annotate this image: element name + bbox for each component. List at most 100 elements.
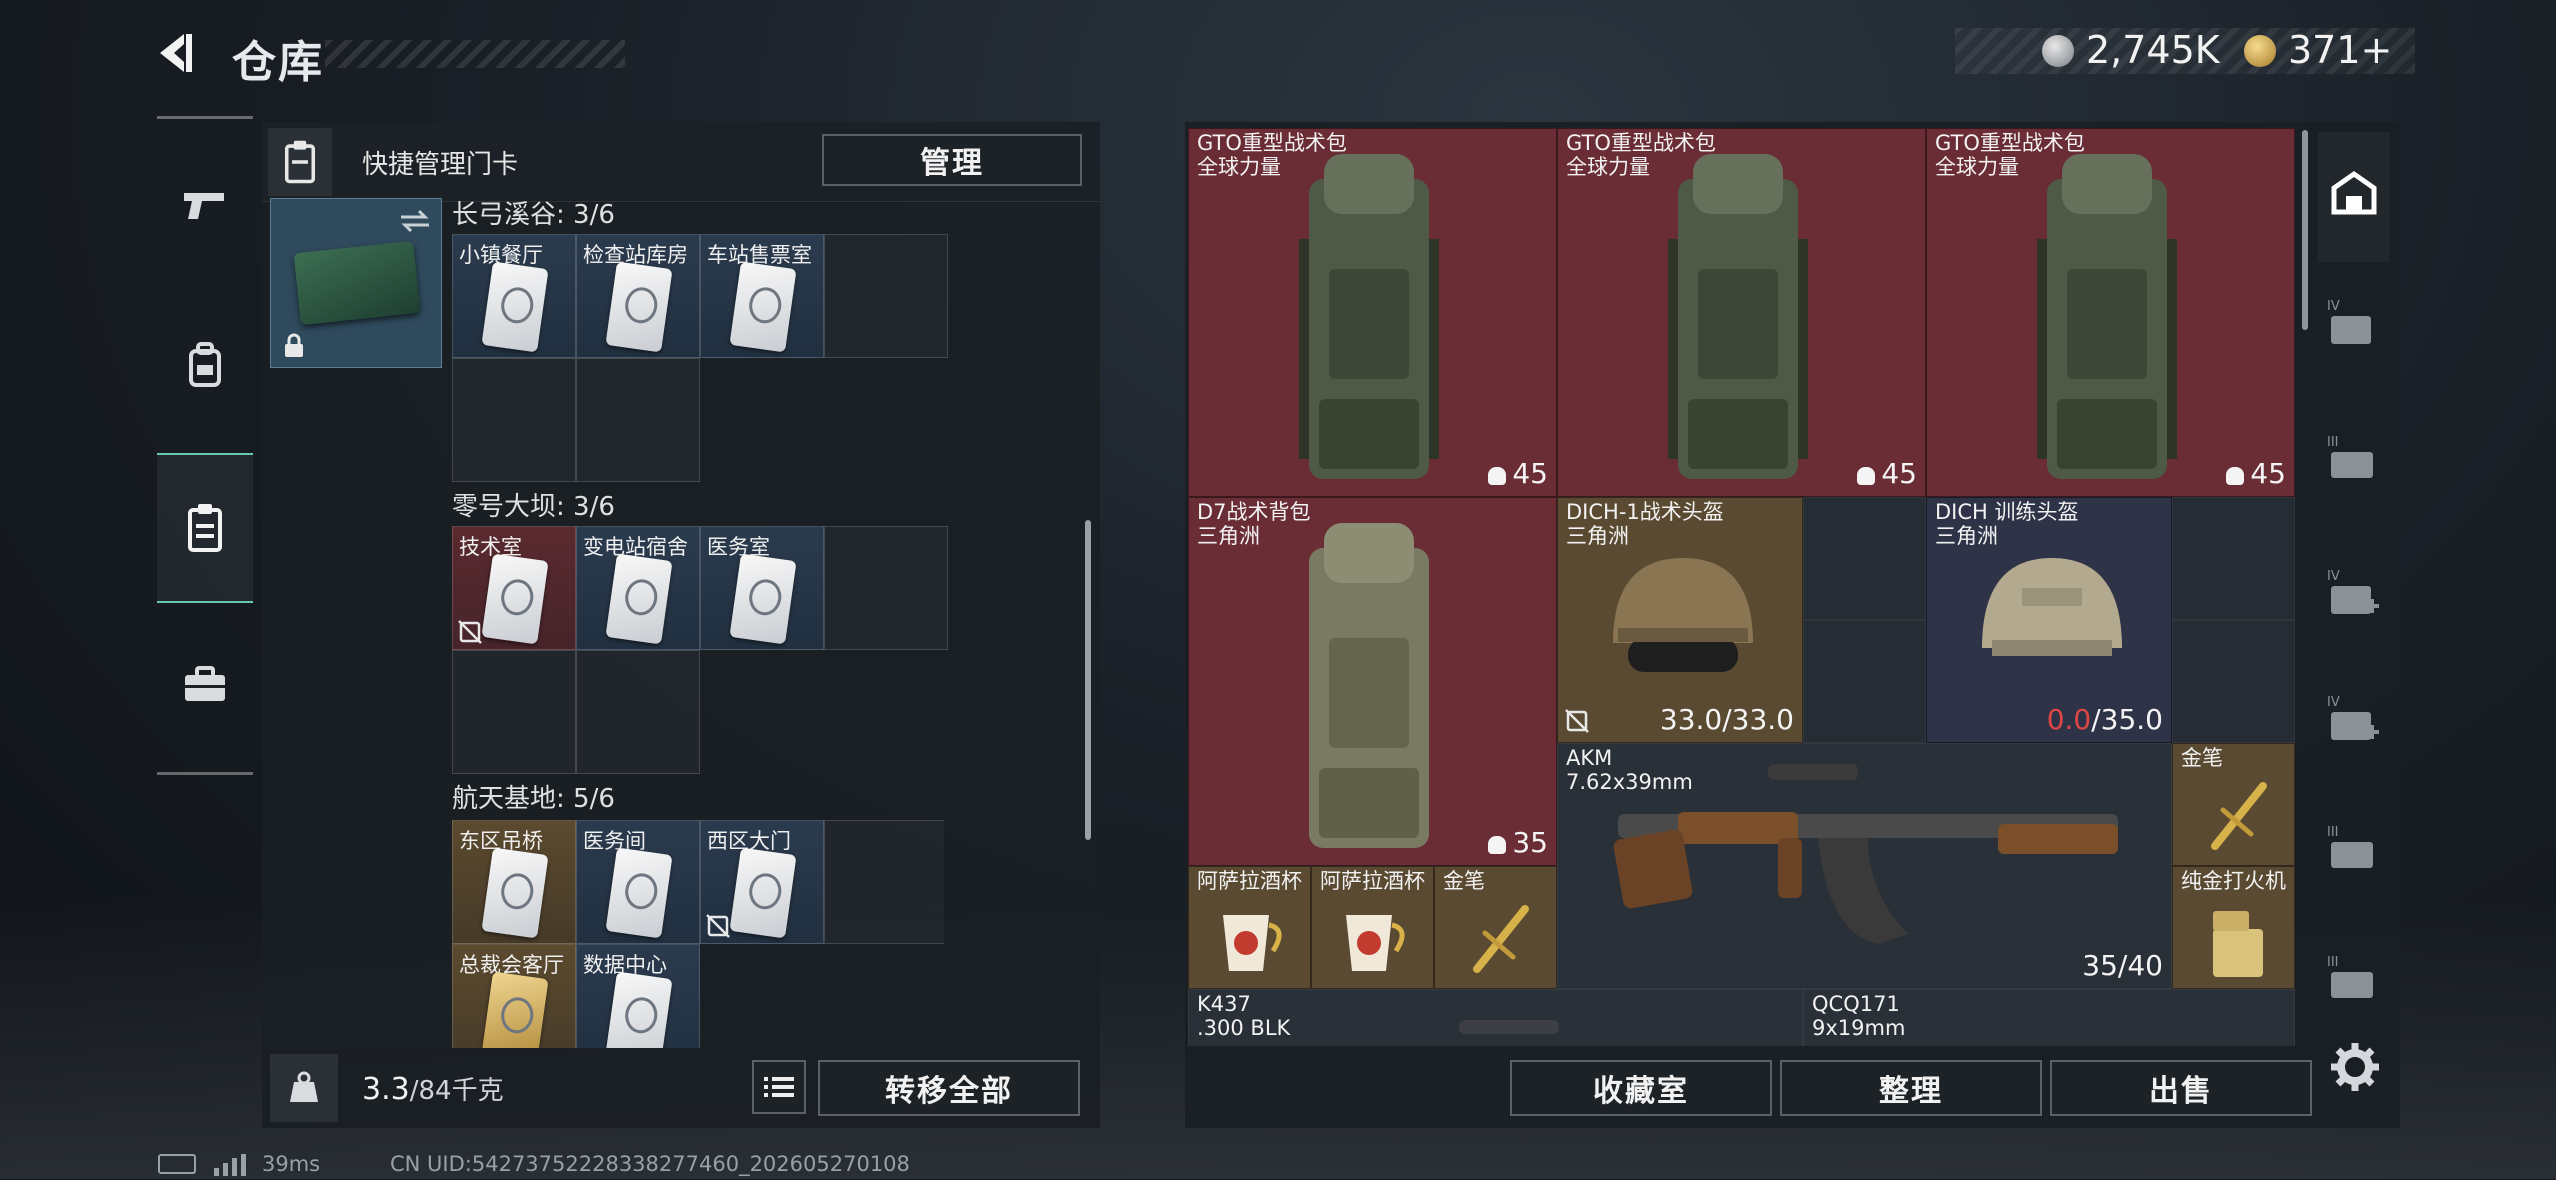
list-view-button[interactable] xyxy=(752,1060,806,1114)
item-subtitle: 全球力量 xyxy=(1935,155,2019,179)
keycard-thumbnail xyxy=(293,240,421,326)
item-subtitle: 全球力量 xyxy=(1197,155,1281,179)
back-button[interactable] xyxy=(150,28,200,78)
item-value: 45 xyxy=(1857,457,1917,490)
inventory-item[interactable]: DICH 训练头盔 三角洲 0.0/35.0 xyxy=(1926,497,2172,743)
sell-button[interactable]: 出售 xyxy=(2050,1060,2312,1116)
gold-lighter-image xyxy=(2213,911,2263,977)
keycard-slot[interactable]: 车站售票室 xyxy=(700,234,824,358)
sidebar-tab-iii-ammo[interactable]: III xyxy=(2325,822,2381,878)
item-subtitle: .300 BLK xyxy=(1197,1016,1291,1040)
ammo-case-icon: III xyxy=(2327,825,2373,868)
settings-button[interactable] xyxy=(2328,1040,2382,1094)
empty-keycard-slot[interactable] xyxy=(824,234,948,358)
sidebar-tab-iv-medical[interactable]: IV xyxy=(2325,566,2381,622)
inventory-item[interactable]: 金笔 xyxy=(1434,866,1557,989)
inventory-item[interactable]: 阿萨拉酒杯 xyxy=(1188,866,1311,989)
helmet-image xyxy=(1982,558,2122,656)
cup-image xyxy=(1223,915,1282,971)
sidebar-tab-iv[interactable]: IV xyxy=(2325,296,2381,352)
item-value-text: 45 xyxy=(2250,457,2286,490)
inventory-item[interactable]: K437 .300 BLK xyxy=(1188,989,1803,1046)
keycard-icon xyxy=(284,140,316,184)
gold-pen-image xyxy=(1473,905,1529,973)
svg-text:IV: IV xyxy=(2327,569,2340,584)
nav-tab-gear[interactable] xyxy=(157,290,253,440)
inventory-item[interactable]: D7战术背包 三角洲 35 xyxy=(1188,497,1557,866)
inventory-item[interactable]: GTO重型战术包 全球力量 45 xyxy=(1188,128,1557,497)
weight-small-icon xyxy=(1857,467,1876,485)
currency-gold-value[interactable]: 371+ xyxy=(2288,28,2392,72)
keycard-image xyxy=(605,971,673,1048)
item-value-text: 45 xyxy=(1881,457,1917,490)
selected-keycard-slot[interactable] xyxy=(270,198,442,368)
keycard-image xyxy=(605,553,673,645)
keycard-slot[interactable]: 西区大门 xyxy=(700,820,824,944)
medical-case-icon: IV xyxy=(2327,569,2379,614)
nav-tab-weapons[interactable] xyxy=(157,130,253,280)
nav-divider xyxy=(157,116,253,119)
keycard-slot[interactable]: 变电站宿舍 xyxy=(576,526,700,650)
item-name: QCQ171 xyxy=(1812,992,1900,1016)
empty-keycard-slot[interactable] xyxy=(452,650,576,774)
keycard-slot[interactable]: 小镇餐厅 xyxy=(452,234,576,358)
sort-button[interactable]: 整理 xyxy=(1780,1060,2042,1116)
sidebar-tab-iv-medical-2[interactable]: IV xyxy=(2325,692,2381,748)
empty-keycard-slot[interactable] xyxy=(824,526,948,650)
keycard-slot[interactable]: 检查站库房 xyxy=(576,234,700,358)
item-name: K437 xyxy=(1197,992,1251,1016)
keycard-image xyxy=(481,553,549,645)
empty-inventory-slot[interactable] xyxy=(1803,497,1926,620)
transfer-all-button[interactable]: 转移全部 xyxy=(818,1060,1080,1116)
keycard-slot[interactable]: 医务间 xyxy=(576,820,700,944)
nav-tab-items[interactable] xyxy=(157,610,253,760)
nav-tab-keycards[interactable] xyxy=(157,453,253,603)
inventory-scrollbar[interactable] xyxy=(2302,130,2308,330)
inventory-item[interactable]: 纯金打火机 xyxy=(2172,866,2295,989)
keycard-image xyxy=(729,261,797,353)
keycard-slot[interactable]: 总裁会客厅 xyxy=(452,944,576,1048)
keycard-image xyxy=(605,261,673,353)
gold-pen-image xyxy=(2211,782,2267,850)
keycard-scrollbar[interactable] xyxy=(1085,520,1091,840)
empty-keycard-slot[interactable] xyxy=(824,820,944,944)
empty-inventory-slot[interactable] xyxy=(2172,497,2295,620)
inventory-item[interactable]: GTO重型战术包 全球力量 45 xyxy=(1557,128,1926,497)
inventory-item[interactable]: GTO重型战术包 全球力量 45 xyxy=(1926,128,2295,497)
sidebar-tab-iii[interactable]: III xyxy=(2325,432,2381,488)
collection-room-button[interactable]: 收藏室 xyxy=(1510,1060,1772,1116)
inventory-item[interactable]: DICH-1战术头盔 三角洲 33.0/33.0 xyxy=(1557,497,1803,743)
keycard-slot[interactable]: 东区吊桥 xyxy=(452,820,576,944)
item-name: 阿萨拉酒杯 xyxy=(1320,869,1425,893)
item-name: 金笔 xyxy=(2181,746,2223,770)
manage-button[interactable]: 管理 xyxy=(822,134,1082,186)
backpack-image xyxy=(1668,154,1808,479)
keycard-slot[interactable]: 医务室 xyxy=(700,526,824,650)
inventory-item[interactable]: 阿萨拉酒杯 xyxy=(1311,866,1434,989)
keycard-slot[interactable]: 数据中心 xyxy=(576,944,700,1048)
empty-keycard-slot[interactable] xyxy=(452,358,576,482)
signal-icon xyxy=(214,1154,250,1180)
empty-keycard-slot[interactable] xyxy=(576,358,700,482)
inventory-item[interactable]: AKM 7.62x39mm 35/40 xyxy=(1557,743,2172,989)
sidebar-tab-iii-tools[interactable]: III xyxy=(2325,952,2381,1008)
pistol-icon xyxy=(184,193,224,219)
section-title-zero-dam: 零号大坝: 3/6 xyxy=(452,492,615,522)
keycard-grid-1: 小镇餐厅 检查站库房 车站售票室 xyxy=(452,234,948,482)
no-card-icon xyxy=(1565,709,1589,733)
list-icon xyxy=(764,1077,794,1097)
gear-icon xyxy=(2331,1043,2379,1091)
inventory-item[interactable]: 金笔 xyxy=(2172,743,2295,866)
keycard-slot[interactable]: 技术室 xyxy=(452,526,576,650)
sidebar-tab-all[interactable] xyxy=(2318,132,2390,262)
weight-readout: 3.3/84千克 xyxy=(362,1070,504,1107)
scope-image xyxy=(1459,1020,1559,1034)
tool-case-icon: III xyxy=(2327,955,2373,998)
keycard-panel-title: 快捷管理门卡 xyxy=(362,150,519,180)
rifle-image xyxy=(1613,764,2118,944)
empty-inventory-slot[interactable] xyxy=(2172,620,2295,743)
inventory-item[interactable]: QCQ171 9x19mm xyxy=(1803,989,2295,1046)
empty-keycard-slot[interactable] xyxy=(576,650,700,774)
empty-inventory-slot[interactable] xyxy=(1803,620,1926,743)
gold-coin-icon xyxy=(2244,35,2276,71)
